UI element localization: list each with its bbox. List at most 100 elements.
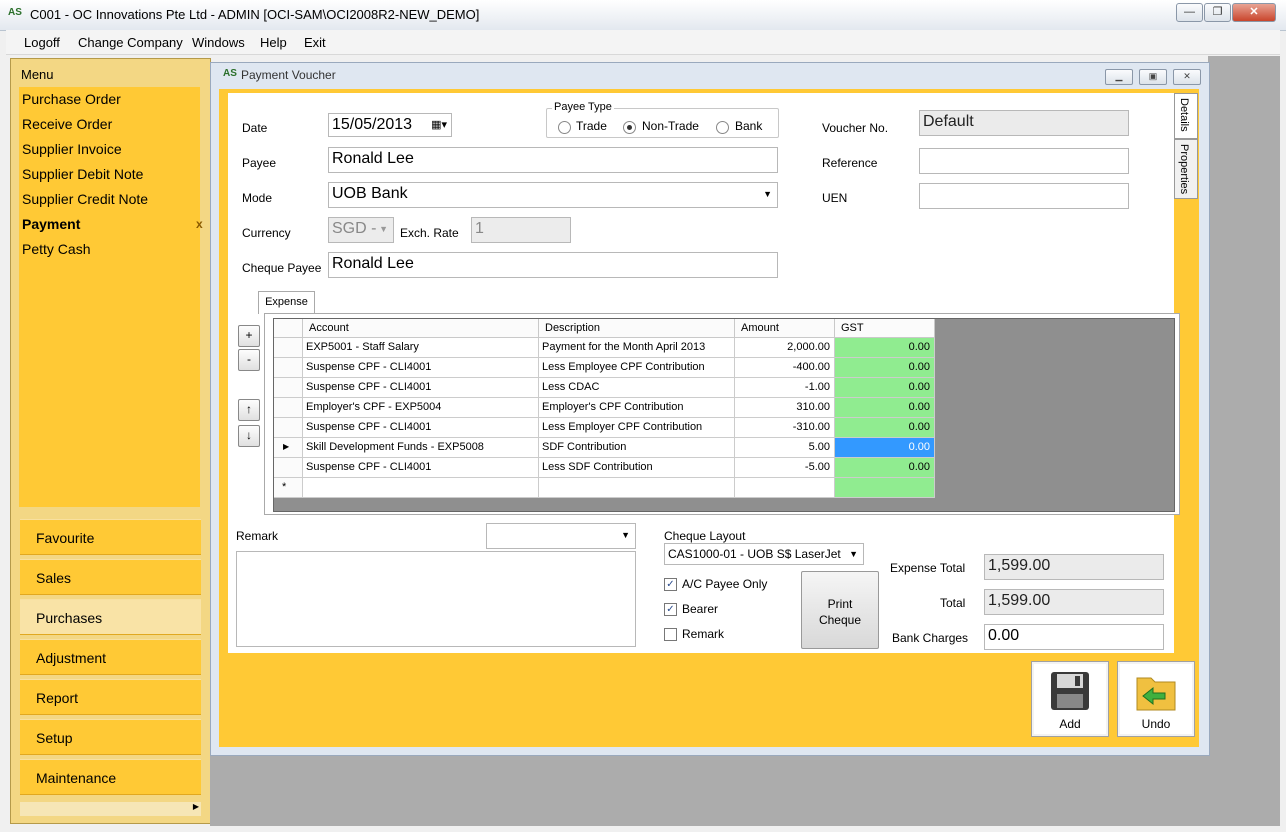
nav-purchases[interactable]: Purchases: [20, 599, 201, 635]
nav-favourite[interactable]: Favourite: [20, 519, 201, 555]
currency-dropdown[interactable]: SGD - ▼: [328, 217, 394, 243]
cheque-payee-field[interactable]: Ronald Lee: [328, 252, 778, 278]
payee-field[interactable]: Ronald Lee: [328, 147, 778, 173]
grid-cell-account[interactable]: EXP5001 - Staff Salary: [303, 338, 539, 358]
menu-logoff[interactable]: Logoff: [24, 35, 60, 50]
mdi-background-bottom: [210, 754, 1280, 826]
move-up-button[interactable]: ↑: [238, 399, 260, 421]
column-header-account[interactable]: Account: [303, 319, 539, 338]
bearer-checkbox[interactable]: ✓: [664, 603, 677, 616]
remove-row-button[interactable]: -: [238, 349, 260, 371]
add-label: Add: [1059, 717, 1081, 731]
grid-cell-description[interactable]: Less Employee CPF Contribution: [539, 358, 735, 378]
bank-charges-field[interactable]: 0.00: [984, 624, 1164, 650]
grid-cell-description[interactable]: Employer's CPF Contribution: [539, 398, 735, 418]
minimize-button[interactable]: —: [1176, 3, 1203, 22]
add-row-button[interactable]: +: [238, 325, 260, 347]
menu-exit[interactable]: Exit: [304, 35, 326, 50]
grid-cell-gst[interactable]: 0.00: [835, 418, 935, 438]
new-row-cell[interactable]: [539, 478, 735, 498]
bearer-label: Bearer: [682, 602, 719, 616]
close-button[interactable]: ✕: [1232, 3, 1276, 22]
close-payment-icon[interactable]: x: [196, 217, 203, 231]
uen-field[interactable]: [919, 183, 1129, 209]
menu-help[interactable]: Help: [260, 35, 287, 50]
remark-dropdown[interactable]: ▼: [486, 523, 636, 549]
save-icon: [1051, 672, 1089, 710]
grid-cell-gst[interactable]: 0.00: [835, 358, 935, 378]
grid-cell-amount[interactable]: 5.00: [735, 438, 835, 458]
nav-setup[interactable]: Setup: [20, 719, 201, 755]
grid-cell-amount[interactable]: 310.00: [735, 398, 835, 418]
exch-rate-field[interactable]: 1: [471, 217, 571, 243]
window-title: C001 - OC Innovations Pte Ltd - ADMIN [O…: [30, 7, 480, 22]
menu-windows[interactable]: Windows: [192, 35, 245, 50]
tab-properties[interactable]: Properties: [1174, 139, 1198, 199]
sidebar-item-supplier-debit-note[interactable]: Supplier Debit Note: [22, 166, 143, 182]
grid-cell-amount[interactable]: 2,000.00: [735, 338, 835, 358]
sidebar-item-purchase-order[interactable]: Purchase Order: [22, 91, 121, 107]
grid-cell-amount[interactable]: -400.00: [735, 358, 835, 378]
sidebar-item-petty-cash[interactable]: Petty Cash: [22, 241, 90, 257]
menu-change-company[interactable]: Change Company: [78, 35, 183, 50]
column-header-amount[interactable]: Amount: [735, 319, 835, 338]
grid-cell-account[interactable]: Suspense CPF - CLI4001: [303, 418, 539, 438]
grid-cell-gst[interactable]: 0.00: [835, 338, 935, 358]
column-header-gst[interactable]: GST: [835, 319, 935, 338]
payee-type-bank-radio[interactable]: [716, 121, 729, 134]
remark-textarea[interactable]: [236, 551, 636, 647]
grid-cell-account[interactable]: Skill Development Funds - EXP5008: [303, 438, 539, 458]
move-down-button[interactable]: ↓: [238, 425, 260, 447]
grid-cell-gst[interactable]: 0.00: [835, 398, 935, 418]
cheque-layout-dropdown[interactable]: CAS1000-01 - UOB S$ LaserJet ▼: [664, 543, 864, 565]
voucher-restore-button[interactable]: ▣: [1139, 69, 1167, 85]
print-cheque-button[interactable]: Print Cheque: [801, 571, 879, 649]
grid-cell-account[interactable]: Suspense CPF - CLI4001: [303, 358, 539, 378]
restore-button[interactable]: ❐: [1204, 3, 1231, 22]
grid-cell-amount[interactable]: -310.00: [735, 418, 835, 438]
voucher-close-button[interactable]: ✕: [1173, 69, 1201, 85]
nav-maintenance[interactable]: Maintenance: [20, 759, 201, 795]
sidebar-scrollbar[interactable]: ▶: [20, 802, 201, 816]
nav-report[interactable]: Report: [20, 679, 201, 715]
print-cheque-label: Print Cheque: [818, 597, 862, 627]
grid-cell-account[interactable]: Employer's CPF - EXP5004: [303, 398, 539, 418]
date-field[interactable]: 15/05/2013 ▦▾: [328, 113, 452, 137]
grid-cell-amount[interactable]: -1.00: [735, 378, 835, 398]
sidebar-item-receive-order[interactable]: Receive Order: [22, 116, 112, 132]
grid-cell-gst[interactable]: 0.00: [835, 378, 935, 398]
nav-sales[interactable]: Sales: [20, 559, 201, 595]
grid-cell-amount[interactable]: -5.00: [735, 458, 835, 478]
reference-field[interactable]: [919, 148, 1129, 174]
payee-type-nontrade-radio[interactable]: [623, 121, 636, 134]
voucher-minimize-button[interactable]: ▁: [1105, 69, 1133, 85]
grid-cell-description[interactable]: Payment for the Month April 2013: [539, 338, 735, 358]
grid-cell-description[interactable]: SDF Contribution: [539, 438, 735, 458]
grid-cell-description[interactable]: Less SDF Contribution: [539, 458, 735, 478]
tab-expense[interactable]: Expense: [258, 291, 315, 314]
payee-type-trade-radio[interactable]: [558, 121, 571, 134]
expense-grid: Account Description Amount GST EXP5001 -…: [273, 318, 1175, 512]
column-header-description[interactable]: Description: [539, 319, 735, 338]
mode-dropdown[interactable]: UOB Bank ▼: [328, 182, 778, 208]
add-button[interactable]: Add: [1031, 661, 1109, 737]
remark-checkbox[interactable]: [664, 628, 677, 641]
calendar-icon[interactable]: ▦▾: [431, 114, 447, 136]
sidebar-item-payment[interactable]: Payment: [22, 216, 80, 232]
grid-cell-description[interactable]: Less CDAC: [539, 378, 735, 398]
new-row-cell[interactable]: [303, 478, 539, 498]
grid-cell-gst[interactable]: 0.00: [835, 458, 935, 478]
grid-cell-gst[interactable]: 0.00: [835, 438, 935, 458]
ac-payee-only-checkbox[interactable]: ✓: [664, 578, 677, 591]
nav-adjustment[interactable]: Adjustment: [20, 639, 201, 675]
tab-details[interactable]: Details: [1174, 93, 1198, 139]
new-row-cell[interactable]: [735, 478, 835, 498]
sidebar-item-supplier-credit-note[interactable]: Supplier Credit Note: [22, 191, 148, 207]
undo-button[interactable]: Undo: [1117, 661, 1195, 737]
new-row-cell[interactable]: [835, 478, 935, 498]
sidebar-item-supplier-invoice[interactable]: Supplier Invoice: [22, 141, 122, 157]
grid-cell-description[interactable]: Less Employer CPF Contribution: [539, 418, 735, 438]
grid-cell-account[interactable]: Suspense CPF - CLI4001: [303, 458, 539, 478]
grid-cell-account[interactable]: Suspense CPF - CLI4001: [303, 378, 539, 398]
scroll-right-icon[interactable]: ▶: [193, 802, 199, 811]
